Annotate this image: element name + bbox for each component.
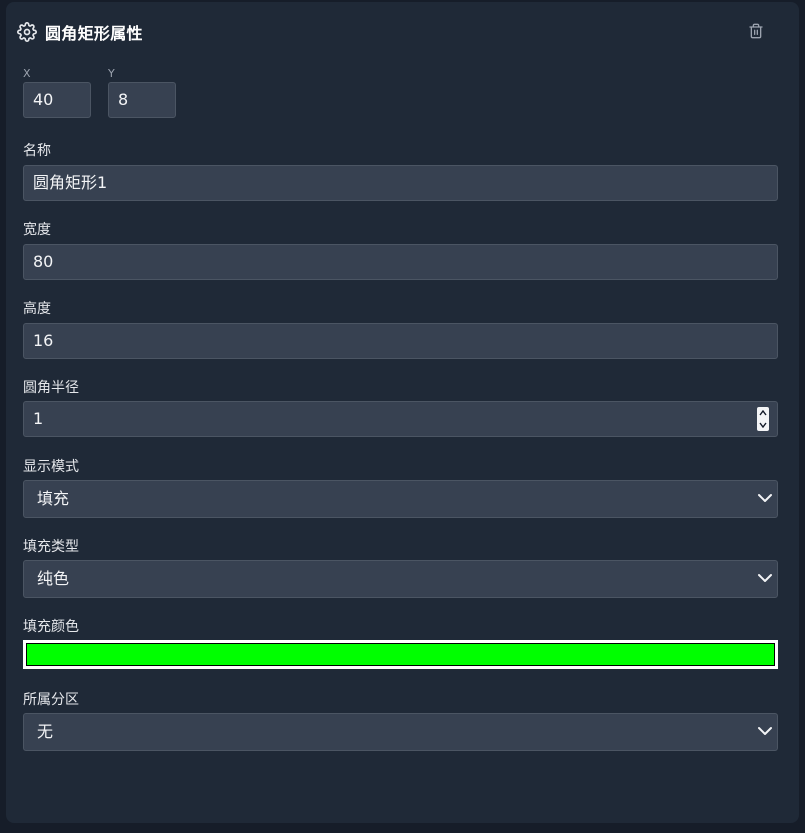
name-label: 名称: [23, 143, 51, 159]
panel-title: 圆角矩形属性: [45, 24, 143, 43]
display-mode-value: 填充: [37, 489, 70, 508]
chevron-down-icon: [757, 570, 773, 586]
gear-icon: [17, 22, 37, 42]
name-input[interactable]: 圆角矩形1: [23, 165, 778, 201]
panel-header: 圆角矩形属性: [17, 18, 777, 46]
x-input[interactable]: 40: [23, 82, 91, 118]
partition-value: 无: [37, 722, 54, 741]
fill-type-value: 纯色: [37, 569, 70, 588]
fill-color-swatch: [26, 643, 775, 666]
y-input[interactable]: 8: [108, 82, 176, 118]
width-input[interactable]: 80: [23, 244, 778, 280]
partition-select[interactable]: 无: [23, 713, 778, 751]
fill-color-picker[interactable]: [23, 640, 778, 669]
width-label: 宽度: [23, 222, 51, 238]
radius-stepper[interactable]: [757, 407, 769, 431]
display-mode-label: 显示模式: [23, 459, 79, 475]
radius-value: 1: [33, 409, 44, 428]
fill-type-label: 填充类型: [23, 539, 79, 555]
height-label: 高度: [23, 301, 51, 317]
height-input[interactable]: 16: [23, 323, 778, 359]
trash-icon[interactable]: [747, 21, 765, 41]
fill-color-label: 填充颜色: [23, 619, 79, 635]
stepper-up-icon[interactable]: [757, 407, 769, 419]
chevron-down-icon: [757, 490, 773, 506]
radius-label: 圆角半径: [23, 380, 79, 396]
partition-label: 所属分区: [23, 692, 79, 708]
y-label: Y: [108, 67, 115, 80]
radius-input[interactable]: 1: [23, 401, 778, 437]
x-label: X: [23, 67, 31, 80]
display-mode-select[interactable]: 填充: [23, 480, 778, 518]
stepper-down-icon[interactable]: [757, 419, 769, 431]
fill-type-select[interactable]: 纯色: [23, 560, 778, 598]
chevron-down-icon: [757, 723, 773, 739]
